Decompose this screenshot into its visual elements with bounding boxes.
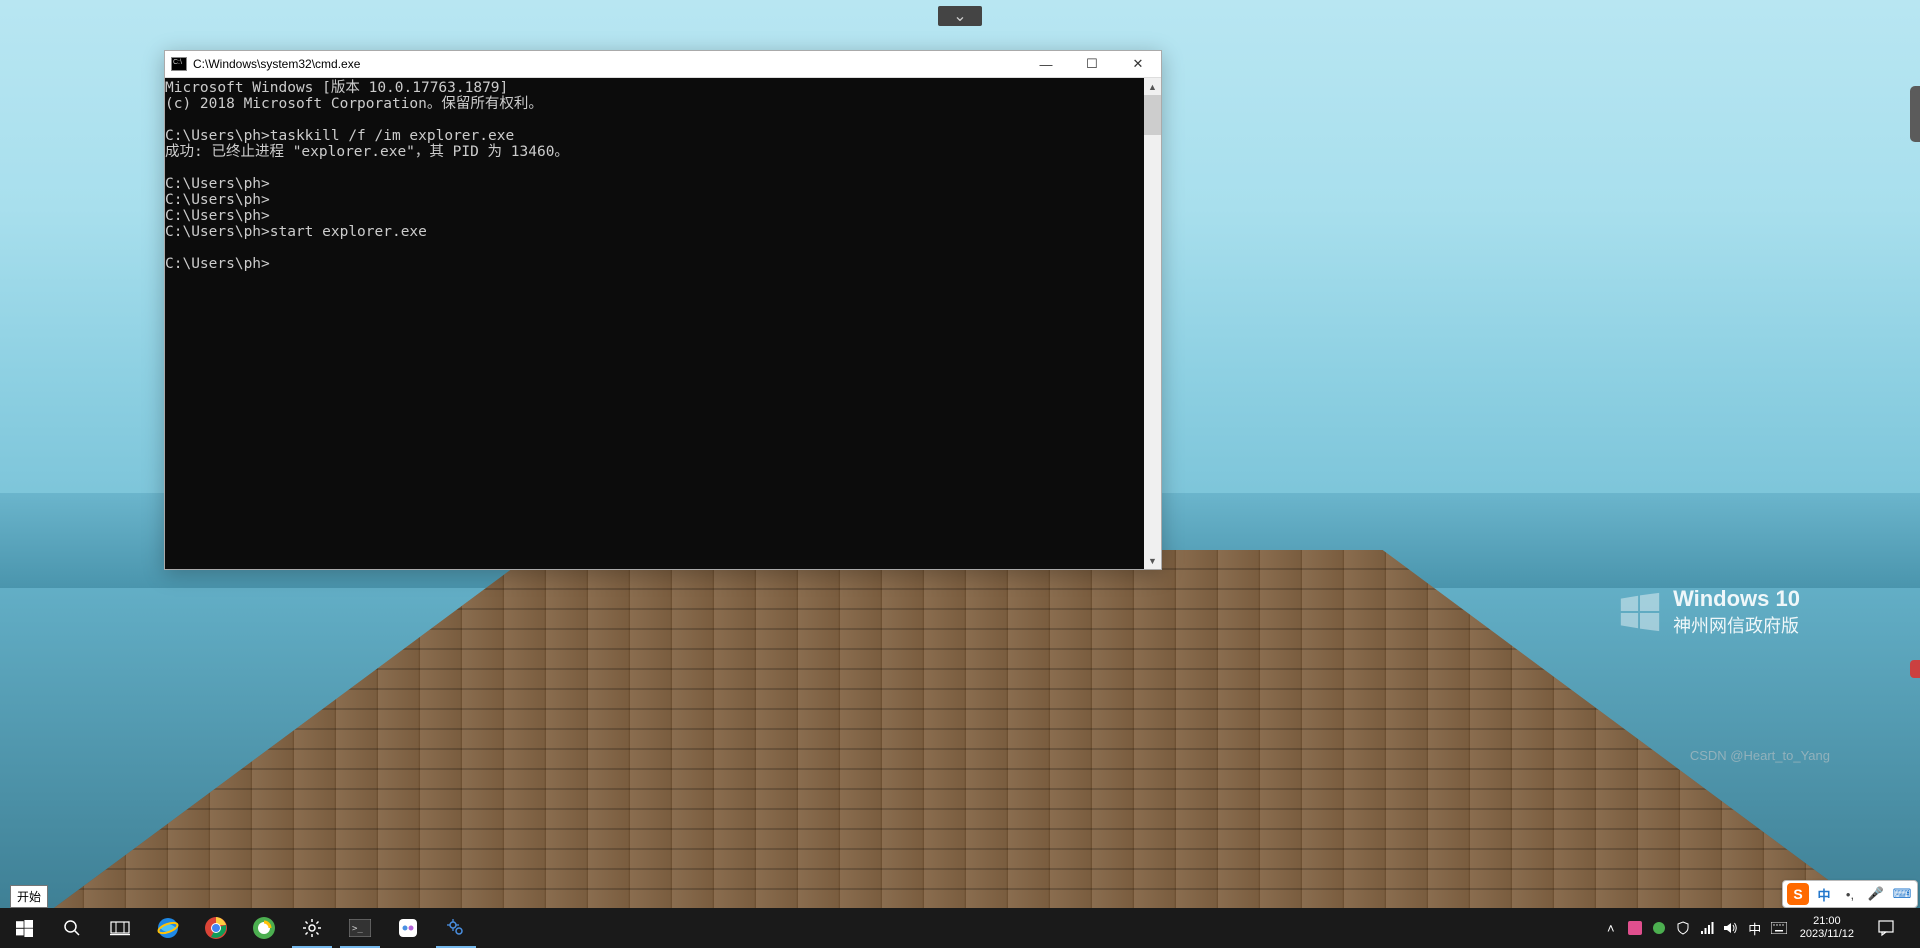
watermark-line1: Windows 10 xyxy=(1673,586,1800,612)
tray-security-icon[interactable] xyxy=(1672,908,1694,948)
chrome-app[interactable] xyxy=(192,908,240,948)
scroll-down-button[interactable]: ▼ xyxy=(1144,552,1161,569)
ime-punct[interactable]: •, xyxy=(1839,883,1861,905)
sogou-logo-icon[interactable]: S xyxy=(1787,883,1809,905)
cmd-scrollbar[interactable]: ▲ ▼ xyxy=(1144,78,1161,569)
ie-app[interactable] xyxy=(144,908,192,948)
start-tooltip: 开始 xyxy=(10,885,48,908)
side-panel-handle[interactable] xyxy=(1910,86,1920,142)
tray-date: 2023/11/12 xyxy=(1800,928,1854,941)
scroll-thumb[interactable] xyxy=(1144,95,1161,135)
tray-app-2[interactable] xyxy=(1648,908,1670,948)
minimize-button[interactable]: — xyxy=(1023,51,1069,77)
ime-mode-cn[interactable]: 中 xyxy=(1813,883,1835,905)
search-button[interactable] xyxy=(48,908,96,948)
watermark-line2: 神州网信政府版 xyxy=(1673,612,1800,638)
qq-app[interactable] xyxy=(384,908,432,948)
tray-ime-keyboard-icon[interactable] xyxy=(1768,908,1790,948)
close-button[interactable]: ✕ xyxy=(1115,51,1161,77)
cmd-title-text: C:\Windows\system32\cmd.exe xyxy=(193,57,1023,71)
360-app[interactable] xyxy=(240,908,288,948)
start-button[interactable] xyxy=(0,908,48,948)
windows-watermark: Windows 10 神州网信政府版 xyxy=(1617,586,1800,638)
tray-ime-indicator[interactable]: 中 xyxy=(1744,908,1766,948)
taskview-button[interactable] xyxy=(96,908,144,948)
search-icon xyxy=(63,919,81,937)
tray-network-icon[interactable] xyxy=(1696,908,1718,948)
gear-icon xyxy=(302,918,322,938)
maximize-button[interactable]: ☐ xyxy=(1069,51,1115,77)
tray-volume-icon[interactable] xyxy=(1720,908,1742,948)
cmd-output: Microsoft Windows [版本 10.0.17763.1879] (… xyxy=(165,78,1144,569)
taskbar: >_ ˄ 中 21:00 2023/11/12 xyxy=(0,908,1920,948)
360-browser-icon xyxy=(252,916,276,940)
settings-app[interactable] xyxy=(288,908,336,948)
chrome-icon xyxy=(204,916,228,940)
system-tray: ˄ 中 21:00 2023/11/12 xyxy=(1600,908,1920,948)
ime-toolbar[interactable]: S 中 •, 🎤 ⌨ xyxy=(1782,880,1918,908)
camera-notch-dropdown[interactable]: ⌄ xyxy=(938,6,982,26)
svg-text:>_: >_ xyxy=(352,924,363,934)
cmd-window: C:\Windows\system32\cmd.exe — ☐ ✕ Micros… xyxy=(164,50,1162,570)
ime-voice-icon[interactable]: 🎤 xyxy=(1865,883,1887,905)
taskview-icon xyxy=(110,920,130,936)
gears-icon xyxy=(445,917,467,939)
tray-app-1[interactable] xyxy=(1624,908,1646,948)
ie-icon xyxy=(155,915,181,941)
windows-start-icon xyxy=(16,920,33,937)
taskbar-spacer xyxy=(480,908,1600,948)
action-center-button[interactable] xyxy=(1864,919,1908,937)
notification-icon xyxy=(1877,919,1895,937)
windows-logo-icon xyxy=(1617,589,1663,635)
tray-clock[interactable]: 21:00 2023/11/12 xyxy=(1792,915,1862,941)
services-app[interactable] xyxy=(432,908,480,948)
terminal-icon: >_ xyxy=(349,919,371,937)
side-notification-handle[interactable] xyxy=(1910,660,1920,678)
scroll-track[interactable] xyxy=(1144,135,1161,552)
scroll-up-button[interactable]: ▲ xyxy=(1144,78,1161,95)
chat-app-icon xyxy=(397,917,419,939)
chevron-down-icon: ⌄ xyxy=(953,6,966,26)
tray-overflow-button[interactable]: ˄ xyxy=(1600,908,1622,948)
cmd-titlebar[interactable]: C:\Windows\system32\cmd.exe — ☐ ✕ xyxy=(165,51,1161,78)
cmd-app[interactable]: >_ xyxy=(336,908,384,948)
cmd-body[interactable]: Microsoft Windows [版本 10.0.17763.1879] (… xyxy=(165,78,1161,569)
ime-keyboard-icon[interactable]: ⌨ xyxy=(1891,883,1913,905)
csdn-watermark: CSDN @Heart_to_Yang xyxy=(1690,748,1830,763)
cmd-icon xyxy=(171,57,187,71)
tray-time: 21:00 xyxy=(1813,915,1841,928)
